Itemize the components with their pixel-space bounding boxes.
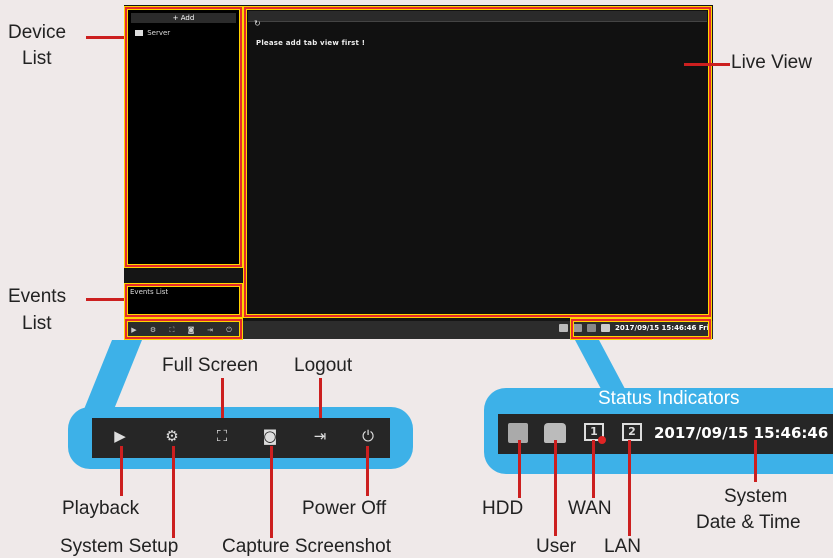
leader-capture	[270, 446, 273, 538]
label-logout: Logout	[294, 355, 353, 376]
callout-pointer-right	[575, 340, 626, 390]
leader-live-view	[684, 63, 730, 66]
label-power-off: Power Off	[302, 498, 387, 519]
label-wan: WAN	[568, 498, 612, 519]
events-list-highlight	[125, 284, 242, 317]
label-system-dt-2: Date & Time	[696, 512, 801, 533]
label-events-list-2: List	[22, 313, 52, 334]
nvr-window: + Add Server Events List ↻ Please add ta…	[124, 5, 713, 339]
label-device-list-2: List	[22, 48, 52, 69]
leader-system-setup	[172, 446, 175, 538]
label-playback: Playback	[62, 498, 140, 519]
label-hdd: HDD	[482, 498, 524, 519]
leader-device-list	[86, 36, 124, 39]
logout-icon[interactable]: ⇥	[308, 427, 332, 445]
label-capture-screenshot: Capture Screenshot	[222, 536, 391, 557]
leader-lan	[628, 440, 631, 536]
leader-wan	[592, 440, 595, 498]
leader-user	[554, 440, 557, 536]
label-live-view: Live View	[731, 52, 812, 73]
leader-events-list	[86, 298, 124, 301]
lan-icon: 2	[622, 423, 642, 441]
status-highlight	[571, 319, 711, 339]
wan-number: 1	[590, 425, 598, 438]
live-view-highlight	[244, 7, 711, 317]
leader-hdd	[518, 440, 521, 498]
label-status-indicators: Status Indicators	[598, 388, 740, 409]
callout-pointer-left	[82, 340, 142, 412]
label-lan: LAN	[604, 536, 641, 557]
power-off-icon[interactable]: ⏻	[356, 427, 380, 445]
full-screen-icon[interactable]: ⛶	[210, 427, 234, 445]
label-user: User	[536, 536, 577, 557]
playback-icon[interactable]: ▶	[108, 427, 132, 445]
leader-power-off	[366, 446, 369, 496]
label-full-screen: Full Screen	[162, 355, 259, 376]
device-list-highlight	[125, 7, 242, 267]
leader-logout	[319, 378, 322, 418]
controls-zoom-bar: ▶ ⚙ ⛶ ◙ ⇥ ⏻	[92, 418, 390, 458]
hdd-icon-small	[559, 324, 569, 332]
leader-full-screen	[221, 378, 224, 418]
datetime-large: 2017/09/15 15:46:46	[654, 424, 829, 442]
lan-number: 2	[628, 425, 636, 438]
capture-screenshot-icon[interactable]: ◙	[258, 427, 282, 445]
wan-error-icon	[598, 436, 606, 444]
label-events-list-1: Events	[8, 286, 67, 307]
label-device-list-1: Device	[8, 22, 67, 43]
leader-playback	[120, 446, 123, 496]
controls-highlight	[125, 319, 242, 339]
label-system-dt-1: System	[724, 486, 788, 507]
leader-datetime	[754, 440, 757, 482]
status-zoom-bar: 1 2 2017/09/15 15:46:46	[498, 414, 833, 454]
system-setup-icon[interactable]: ⚙	[160, 427, 184, 445]
label-system-setup: System Setup	[60, 536, 179, 557]
